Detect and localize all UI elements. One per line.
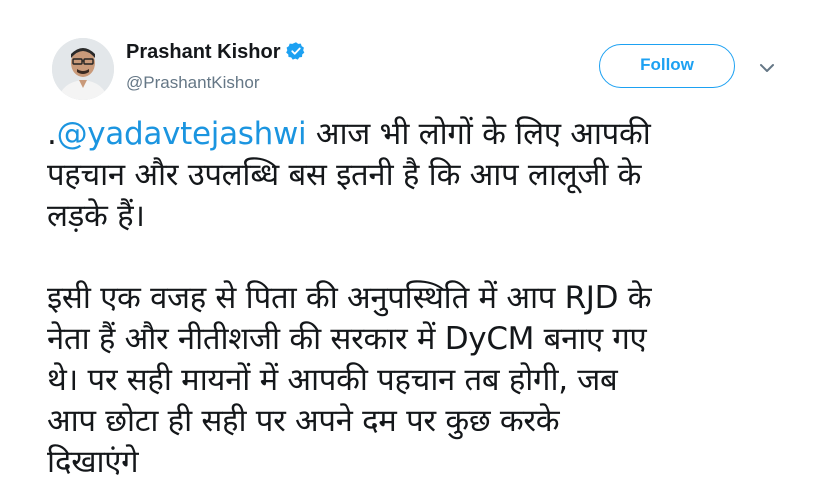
author-display-name-text: Prashant Kishor [126,41,281,63]
tweet-line-1: .@yadavtejashwi आज भी लोगों के लिए आपकी [47,114,817,155]
follow-button[interactable]: Follow [599,44,735,88]
tweet-card: Prashant Kishor @PrashantKishor Follow .… [0,0,828,499]
tweet-line-4: इसी एक वजह से पिता की अनुपस्थिति में आप … [47,280,652,316]
tweet-line-8: दिखाएंगे [47,444,139,480]
tweet-line-5: नेता हैं और नीतीशजी की सरकार में DyCM बन… [47,321,647,357]
verified-badge-icon [286,42,305,60]
paragraph-break [47,237,817,278]
tweet-line-7: आप छोटा ही सही पर अपने दम पर कुछ करके [47,403,560,439]
chevron-down-icon[interactable] [757,58,777,78]
tweet-line-1-text: आज भी लोगों के लिए आपकी [306,116,651,152]
avatar-image [52,38,114,100]
tweet-text: .@yadavtejashwi आज भी लोगों के लिए आपकी … [47,114,817,483]
author-display-name[interactable]: Prashant Kishor [126,40,306,64]
tweet-line-2: पहचान और उपलब्धि बस इतनी है कि आप लालूजी… [47,157,642,193]
tweet-line-3: लड़के हैं। [47,198,145,234]
tweet-leading-dot: . [47,116,57,152]
mention-link[interactable]: @yadavtejashwi [57,116,307,152]
avatar[interactable] [52,38,114,100]
author-handle[interactable]: @PrashantKishor [126,73,260,93]
tweet-line-6: थे। पर सही मायनों में आपकी पहचान तब होगी… [47,362,618,398]
